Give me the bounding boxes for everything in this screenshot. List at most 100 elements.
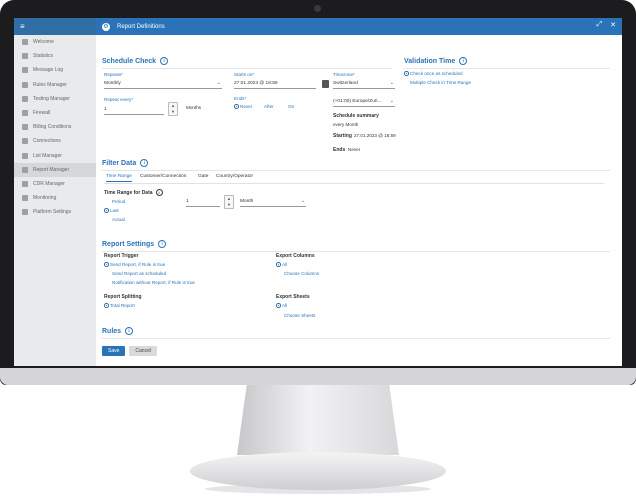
sidebar-item[interactable]: Connections	[14, 134, 96, 148]
last-option[interactable]: Last	[110, 208, 119, 213]
time-range-amount-stepper[interactable]: ▲ ▼	[224, 195, 234, 209]
dialog-footer: Save Cancel	[102, 346, 157, 356]
webcam	[314, 5, 321, 12]
tab-time-range[interactable]: Time Range	[106, 174, 132, 182]
sidebar-item[interactable]: Platform Settings	[14, 205, 96, 219]
send-scheduled-option[interactable]: Send Report as scheduled	[112, 271, 166, 276]
info-icon[interactable]: i	[160, 57, 169, 65]
tab-gate[interactable]: Gate	[198, 174, 208, 179]
expand-icon[interactable]: ⤢	[597, 21, 603, 29]
starting-label: Starting	[333, 133, 352, 139]
sidebar-item-label: Rules Manager	[33, 81, 67, 88]
sidebar-item[interactable]: Rules Manager	[14, 78, 96, 92]
filter-tabs: Time Range Customer/Connection Gate Coun…	[104, 172, 604, 184]
sidebar-item[interactable]: Monitoring	[14, 191, 96, 205]
timezone-detail-select[interactable]: (+01:00) Europe/Zuri... ⌄	[333, 97, 395, 107]
sidebar-item[interactable]: CDR Manager	[14, 177, 96, 191]
starts-on-label: Starts on*	[234, 72, 255, 77]
sidebar-item-label: Report Manager	[33, 166, 70, 173]
starts-on-input[interactable]: 27.01.2023 @ 18:59	[234, 79, 316, 89]
ends-on-option[interactable]: On	[288, 104, 294, 109]
send-if-true-option[interactable]: Send Report, if Rule is true	[110, 262, 165, 267]
info-icon[interactable]: i	[140, 159, 149, 167]
monitor-stand-base	[190, 452, 446, 490]
chevron-down-icon: ⌄	[389, 98, 394, 104]
tab-country-operator[interactable]: Country/Operator	[216, 174, 253, 179]
ends-after-option[interactable]: After	[264, 104, 274, 109]
save-button[interactable]: Save	[102, 346, 126, 356]
check-once-radio[interactable]	[404, 71, 409, 76]
log-icon	[22, 67, 28, 74]
schedule-check-title: Schedule Check i	[102, 57, 169, 65]
time-range-unit-select[interactable]: Month ⌄	[240, 197, 306, 207]
ends-never-radio[interactable]	[234, 104, 239, 109]
sidebar-item[interactable]: Testing Manager	[14, 92, 96, 106]
monitor-stand-neck	[237, 385, 399, 455]
repeat-every-input[interactable]: 1	[104, 105, 164, 115]
export-columns-all-option[interactable]: All	[282, 262, 287, 267]
send-if-true-radio[interactable]	[104, 262, 109, 267]
repeat-every-stepper[interactable]: ▲ ▼	[168, 102, 178, 116]
tab-customer-connection[interactable]: Customer/Connection	[140, 174, 186, 179]
sidebar-item-label: List Manager	[33, 152, 62, 159]
dialog-title: Report Definitions	[117, 23, 165, 30]
chevron-down-icon: ⌄	[300, 198, 305, 204]
check-once-option[interactable]: Check once as scheduled	[410, 71, 463, 76]
chart-icon	[22, 53, 28, 60]
sidebar-item[interactable]: Welcome	[14, 35, 96, 49]
cancel-button[interactable]: Cancel	[129, 346, 157, 356]
divider	[404, 68, 610, 69]
divider	[102, 338, 610, 339]
settings-icon	[22, 209, 28, 216]
multiple-check-option[interactable]: Multiple Check in Time Range	[410, 80, 471, 85]
rules-title: Rules i	[102, 327, 134, 335]
calendar-icon[interactable]	[322, 80, 329, 88]
info-icon[interactable]: i	[158, 240, 167, 248]
sidebar-item-label: Billing Conditions	[33, 124, 72, 131]
sidebar-header: ≡	[14, 18, 96, 35]
export-columns-all-radio[interactable]	[276, 262, 281, 267]
close-icon[interactable]: ✕	[610, 21, 616, 29]
billing-icon	[22, 124, 28, 131]
schedule-summary-value: every Month	[333, 122, 359, 127]
period-option[interactable]: Period	[112, 199, 125, 204]
sidebar-item[interactable]: List Manager	[14, 149, 96, 163]
export-sheets-all-radio[interactable]	[276, 303, 281, 308]
total-report-option[interactable]: Total Report	[110, 303, 135, 308]
sidebar-item[interactable]: Statistics	[14, 49, 96, 63]
export-sheets-all-option[interactable]: All	[282, 303, 287, 308]
choose-sheets-option[interactable]: Choose Sheets	[284, 313, 315, 318]
screen: ≡ Welcome Statistics Message Log Rules Mana…	[14, 18, 622, 366]
sidebar-item-label: Connections	[33, 138, 61, 145]
connection-icon	[22, 138, 28, 145]
sidebar-item[interactable]: Message Log	[14, 63, 96, 77]
notification-option[interactable]: Notification without Report, if Rule is …	[112, 280, 195, 285]
time-range-amount-input[interactable]: 1	[186, 197, 220, 207]
hamburger-menu-icon[interactable]: ≡	[20, 22, 25, 31]
last-radio[interactable]	[104, 208, 109, 213]
repeats-select[interactable]: Monthly ⌄	[104, 79, 222, 89]
info-icon[interactable]: i	[155, 189, 163, 196]
repeat-every-unit: Months	[186, 105, 202, 110]
sidebar-list: Welcome Statistics Message Log Rules Manage…	[14, 35, 96, 219]
ends-never-option[interactable]: Never	[240, 104, 252, 109]
total-report-radio[interactable]	[104, 303, 109, 308]
test-icon	[22, 95, 28, 102]
report-splitting-title: Report Splitting	[104, 294, 142, 300]
sidebar-item-label: Statistics	[33, 53, 54, 60]
info-icon[interactable]: i	[459, 57, 468, 65]
sidebar-item-label: Testing Manager	[33, 95, 70, 102]
info-icon[interactable]: i	[125, 327, 134, 335]
choose-columns-option[interactable]: Choose Columns	[284, 271, 319, 276]
sidebar-item-label: CDR Manager	[33, 180, 65, 187]
actual-option[interactable]: Actual	[112, 217, 125, 222]
timezone-select[interactable]: Switzerland ⌄	[333, 79, 395, 89]
chevron-down-icon: ⌄	[216, 80, 221, 86]
sidebar-item[interactable]: Billing Conditions	[14, 120, 96, 134]
list-icon	[22, 152, 28, 159]
sidebar-item[interactable]: Report Manager	[14, 162, 96, 177]
ends-summary-value: Never	[348, 147, 361, 152]
firewall-icon	[22, 110, 28, 117]
cdr-icon	[22, 180, 28, 187]
sidebar-item[interactable]: Firewall	[14, 106, 96, 120]
